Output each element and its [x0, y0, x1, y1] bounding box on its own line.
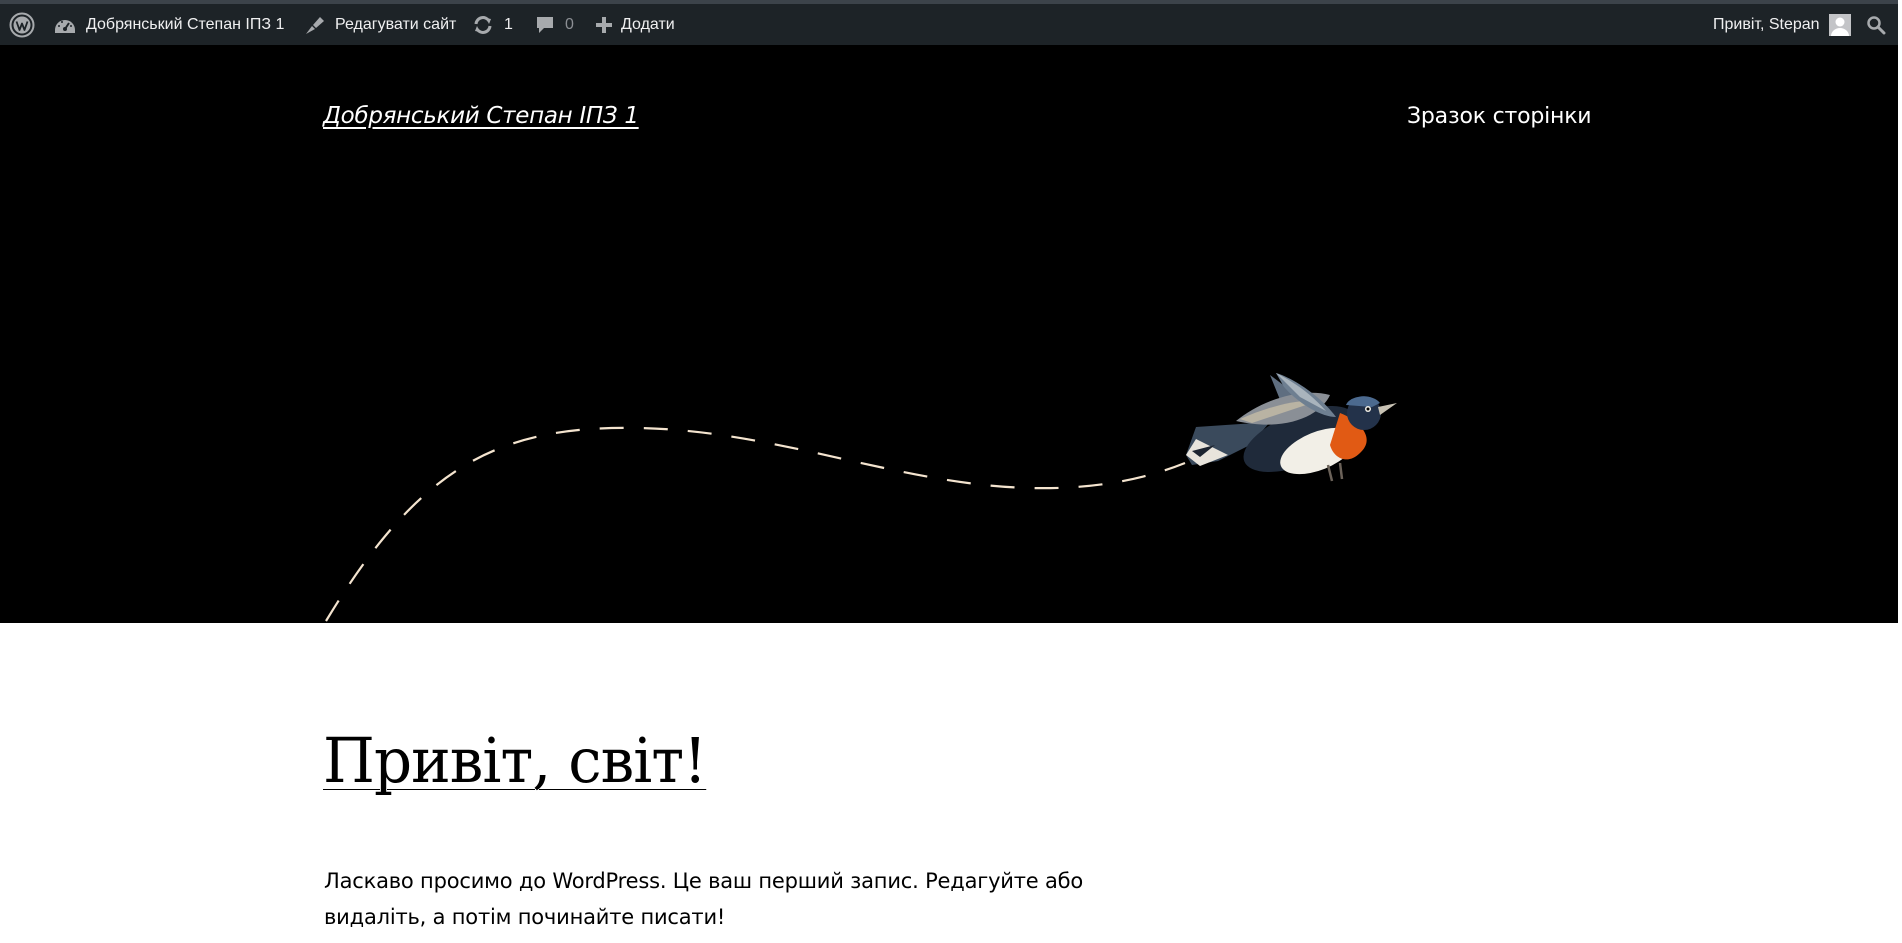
updates-count: 1: [504, 15, 513, 33]
plus-icon: [595, 16, 613, 34]
brush-icon: [303, 15, 325, 35]
site-title-link[interactable]: Добрянський Степан ІПЗ 1: [323, 103, 639, 129]
updates-icon: [472, 15, 494, 35]
dashboard-icon: [54, 16, 76, 34]
greeting-label: Привіт, Stepan: [1713, 15, 1820, 33]
post-title-link[interactable]: Привіт, світ!: [323, 730, 707, 792]
search-icon: [1866, 15, 1886, 35]
flight-path-dashed-line: [325, 426, 1186, 622]
comments-count: 0: [565, 15, 574, 33]
my-account-link[interactable]: Привіт, Stepan: [1713, 4, 1851, 45]
site-name-label: Добрянський Степан ІПЗ 1: [86, 15, 285, 33]
wordpress-logo-icon: [9, 12, 35, 38]
avatar: [1828, 13, 1851, 36]
bird-illustration: [1186, 373, 1397, 482]
site-header: Добрянський Степан ІПЗ 1 Зразок сторінки: [0, 45, 1898, 623]
wordpress-menu[interactable]: [9, 4, 45, 45]
page: Добрянський Степан ІПЗ 1 Редагувати сайт: [0, 0, 1902, 943]
post-excerpt: Ласкаво просимо до WordPress. Це ваш пер…: [324, 869, 1084, 929]
updates-link[interactable]: 1: [472, 4, 513, 45]
comments-link[interactable]: 0: [535, 4, 574, 45]
edit-site-label: Редагувати сайт: [335, 15, 457, 33]
hero-illustration: [325, 373, 1397, 622]
edit-site-link[interactable]: Редагувати сайт: [303, 4, 456, 45]
new-content-link[interactable]: Додати: [595, 4, 675, 45]
new-content-label: Додати: [621, 15, 675, 33]
site-name-link[interactable]: Добрянський Степан ІПЗ 1: [54, 4, 284, 45]
admin-bar: Добрянський Степан ІПЗ 1 Редагувати сайт: [0, 0, 1898, 45]
comment-icon: [535, 15, 555, 35]
scrollbar-track: [1898, 0, 1902, 943]
search-button[interactable]: [1866, 4, 1886, 45]
nav-item-sample-page[interactable]: Зразок сторінки: [1407, 104, 1592, 129]
